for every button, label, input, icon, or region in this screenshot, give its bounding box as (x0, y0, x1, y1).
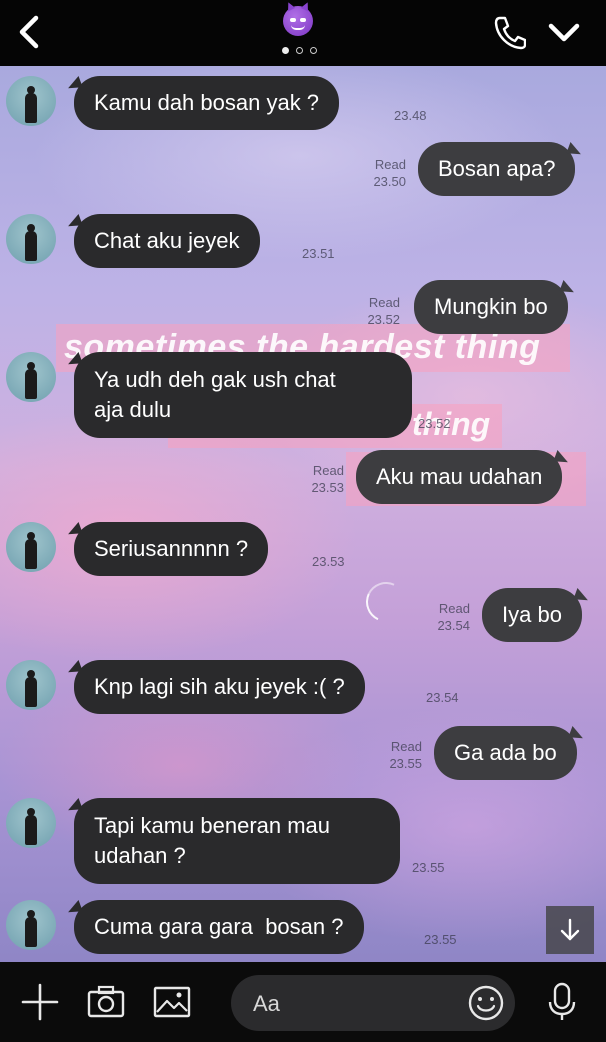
outgoing-message[interactable]: Bosan apa? (418, 142, 576, 196)
message-text: Iya bo (502, 602, 562, 627)
message-text-line: Ya udh deh gak ush chat (94, 367, 336, 392)
message-text: Cuma gara gara bosan ? (94, 914, 344, 939)
message-input[interactable]: Aa (231, 975, 515, 1031)
message-time: 23.54 (437, 618, 470, 633)
incoming-message[interactable]: Tapi kamu beneran mau udahan ? (74, 798, 400, 884)
message-time: 23.50 (373, 174, 406, 189)
incoming-message[interactable]: Knp lagi sih aku jeyek :( ? (74, 660, 365, 714)
message-text: Aku mau udahan (376, 464, 543, 489)
incoming-message[interactable]: Chat aku jeyek (74, 214, 260, 268)
message-time: 23.55 (412, 860, 445, 875)
message-time: 23.48 (394, 108, 427, 123)
message-text: Knp lagi sih aku jeyek :( ? (94, 674, 345, 699)
incoming-message[interactable]: Kamu dah bosan yak ? (74, 76, 340, 130)
message-time: 23.52 (418, 416, 451, 431)
avatar[interactable] (6, 660, 56, 710)
avatar[interactable] (6, 352, 56, 402)
outgoing-message[interactable]: Mungkin bo (414, 280, 568, 334)
avatar[interactable] (6, 798, 56, 848)
microphone-icon (548, 982, 576, 1020)
smiley-icon (468, 985, 504, 1021)
read-status: Read (390, 739, 422, 754)
message-text: Mungkin bo (434, 294, 548, 319)
page-indicator (282, 47, 324, 57)
chevron-down-icon (548, 23, 580, 42)
outgoing-message[interactable]: Iya bo (482, 588, 582, 642)
message-time: 23.55 (389, 756, 422, 771)
message-time: 23.52 (367, 312, 400, 327)
menu-toggle-button[interactable] (546, 16, 582, 48)
page-dot (296, 47, 303, 54)
message-input-placeholder: Aa (253, 991, 280, 1016)
message-text: Bosan apa? (438, 156, 556, 181)
add-attachment-button[interactable] (20, 982, 60, 1022)
call-button[interactable] (492, 14, 527, 50)
contact-emoji-icon[interactable] (283, 0, 313, 36)
read-status: Read (312, 463, 344, 478)
page-dot (310, 47, 317, 54)
gallery-button[interactable] (152, 982, 192, 1022)
phone-icon (494, 16, 527, 50)
avatar[interactable] (6, 76, 56, 126)
message-text-line: udahan ? (94, 843, 186, 868)
voice-message-button[interactable] (542, 982, 582, 1022)
page-dot-active (282, 47, 289, 54)
message-text: Kamu dah bosan yak ? (94, 90, 320, 115)
message-time: 23.51 (302, 246, 335, 261)
message-time: 23.53 (312, 554, 345, 569)
outgoing-message[interactable]: Aku mau udahan (356, 450, 563, 504)
chat-area[interactable]: sometimes the hardest thing thing Kamu d… (0, 66, 606, 962)
incoming-message[interactable]: Ya udh deh gak ush chat aja dulu (74, 352, 412, 438)
read-receipt: Read 23.54 (420, 600, 470, 634)
avatar[interactable] (6, 214, 56, 264)
read-status: Read (368, 295, 400, 310)
read-status: Read (438, 601, 470, 616)
message-time: 23.54 (426, 690, 459, 705)
incoming-message[interactable]: Seriusannnnn ? (74, 522, 269, 576)
scroll-to-bottom-button[interactable] (546, 906, 594, 954)
read-receipt: Read 23.50 (356, 156, 406, 190)
loading-spinner-icon (360, 576, 412, 628)
camera-button[interactable] (86, 982, 126, 1022)
message-text-line: aja dulu (94, 397, 172, 422)
image-icon (153, 986, 191, 1018)
outgoing-message[interactable]: Ga ada bo (434, 726, 577, 780)
avatar[interactable] (6, 900, 56, 950)
avatar[interactable] (6, 522, 56, 572)
plus-icon (21, 983, 59, 1021)
chevron-left-icon (19, 15, 39, 49)
read-receipt: Read 23.53 (292, 462, 344, 496)
message-text: Ga ada bo (454, 740, 557, 765)
back-button[interactable] (12, 12, 46, 52)
message-time: 23.53 (311, 480, 344, 495)
incoming-message[interactable]: Cuma gara gara bosan ? (74, 900, 364, 954)
read-receipt: Read 23.55 (372, 738, 422, 772)
read-receipt: Read 23.52 (350, 294, 400, 328)
message-time: 23.55 (424, 932, 457, 947)
chat-header (0, 0, 606, 66)
arrow-down-icon (560, 918, 580, 941)
message-text-line: Tapi kamu beneran mau (94, 813, 331, 838)
emoji-button[interactable] (467, 984, 505, 1022)
camera-icon (87, 985, 125, 1018)
message-text: Chat aku jeyek (94, 228, 240, 253)
read-status: Read (374, 157, 406, 172)
message-text: Seriusannnnn ? (94, 536, 249, 561)
